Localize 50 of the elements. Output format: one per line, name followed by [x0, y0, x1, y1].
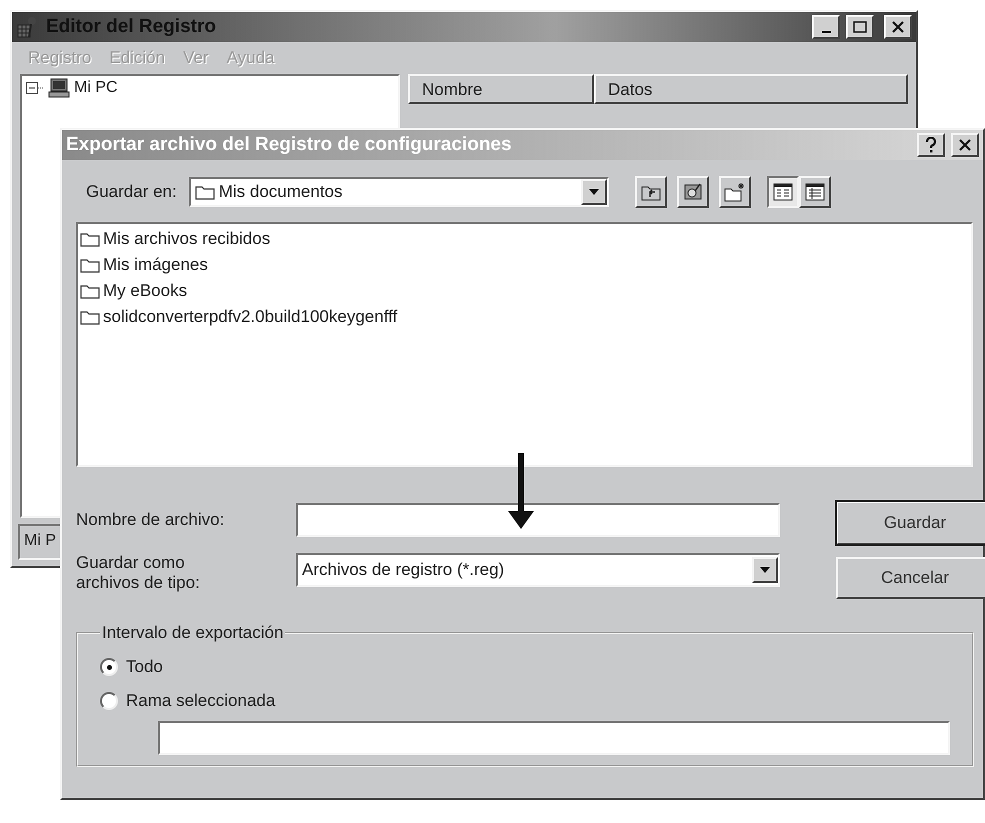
toolbar-button[interactable] — [766, 176, 799, 208]
list-view-icon — [772, 183, 793, 201]
close-icon — [959, 139, 971, 151]
close-icon — [892, 21, 904, 33]
folder-item[interactable]: My eBooks — [103, 281, 188, 301]
dropdown-button[interactable] — [752, 557, 778, 583]
help-icon — [925, 137, 937, 153]
file-type-label: Guardar como archivos de tipo: — [76, 553, 201, 593]
close-button[interactable] — [951, 133, 979, 157]
folder-item[interactable]: Mis archivos recibidos — [103, 229, 270, 249]
folder-icon — [80, 231, 100, 247]
folder-item[interactable]: solidconverterpdfv2.0build100keygenfff — [103, 307, 398, 327]
column-header[interactable]: Nombre — [408, 74, 594, 104]
group-title: Intervalo de exportación — [101, 623, 284, 643]
dropdown-arrow-icon — [760, 567, 770, 573]
tree-item[interactable]: Mi PC — [74, 79, 118, 97]
folder-icon — [80, 283, 100, 299]
details-view-icon — [804, 183, 825, 201]
folder-icon — [194, 184, 215, 200]
column-header[interactable]: Datos — [594, 74, 908, 104]
dialog-button[interactable]: Cancelar — [836, 557, 985, 599]
branch-field[interactable] — [158, 721, 950, 755]
minimize-icon — [822, 31, 830, 33]
dropdown-arrow-icon — [588, 189, 599, 195]
save-in-dropdown[interactable]: Mis documentos — [188, 177, 609, 207]
radio-label[interactable]: Todo — [126, 657, 163, 677]
radio-button[interactable] — [100, 658, 118, 676]
file-name-field[interactable] — [296, 503, 780, 537]
radio-button[interactable] — [100, 692, 118, 710]
dropdown-value: Mis documentos — [218, 182, 343, 202]
dialog-button[interactable]: Guardar — [836, 501, 985, 545]
help-button[interactable] — [917, 133, 945, 157]
window-title: Editor del Registro — [46, 16, 217, 38]
folder-icon — [80, 257, 100, 273]
folder-item[interactable]: Mis imágenes — [103, 255, 208, 275]
file-type-dropdown[interactable]: Archivos de registro (*.reg) — [296, 553, 780, 587]
maximize-button[interactable] — [846, 15, 874, 39]
dialog-title: Exportar archivo del Registro de configuraciones — [66, 134, 513, 156]
collapse-icon[interactable] — [26, 82, 44, 94]
new-folder-icon — [724, 182, 746, 202]
maximize-icon — [853, 21, 867, 33]
dropdown-value: Archivos de registro (*.reg) — [302, 560, 504, 580]
folder-icon — [80, 309, 100, 325]
computer-icon — [48, 78, 70, 98]
save-in-label: Guardar en: — [85, 182, 177, 202]
radio-label[interactable]: Rama seleccionada — [126, 691, 276, 711]
minimize-button[interactable] — [812, 15, 840, 39]
close-button[interactable] — [884, 15, 912, 39]
dropdown-button[interactable] — [580, 179, 607, 205]
file-name-label: Nombre de archivo: — [76, 510, 226, 530]
